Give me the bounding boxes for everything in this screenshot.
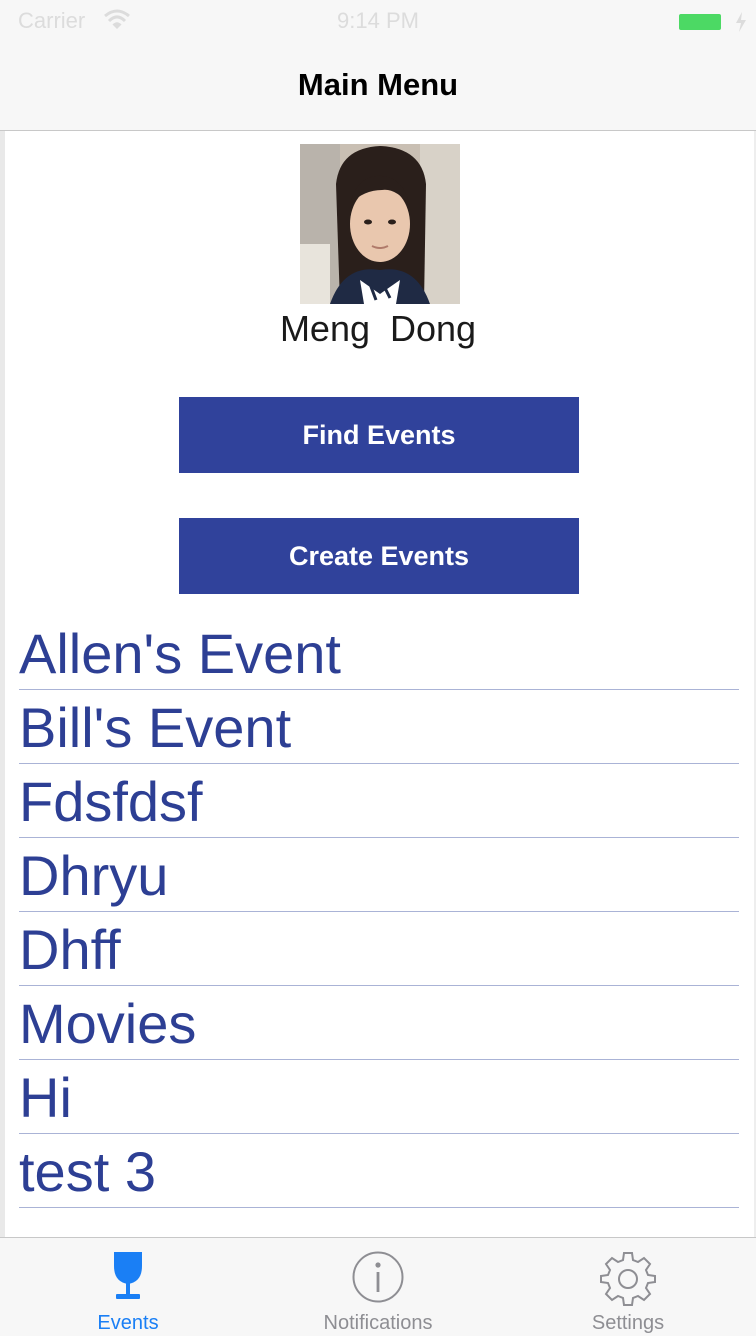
gear-icon bbox=[600, 1252, 656, 1306]
info-circle-icon bbox=[352, 1251, 404, 1303]
tab-notifications[interactable]: Notifications bbox=[252, 1238, 504, 1336]
event-row[interactable]: Hi bbox=[19, 1060, 739, 1134]
avatar bbox=[300, 144, 460, 304]
app-screen: Carrier 9:14 PM Main Menu Meng Dong Find… bbox=[0, 0, 756, 1336]
status-bar: Carrier 9:14 PM bbox=[0, 0, 756, 40]
battery-icon bbox=[679, 14, 721, 30]
event-label: Dhff bbox=[19, 918, 121, 981]
tab-label: Notifications bbox=[323, 1312, 433, 1334]
event-row[interactable]: Allen's Event bbox=[19, 616, 739, 690]
event-row[interactable]: test 3 bbox=[19, 1134, 739, 1208]
find-events-button[interactable]: Find Events bbox=[179, 397, 579, 473]
event-row[interactable]: Movies bbox=[19, 986, 739, 1060]
left-edge bbox=[0, 0, 5, 1336]
tab-label: Settings bbox=[591, 1312, 665, 1334]
tab-events[interactable]: Events bbox=[2, 1238, 254, 1336]
avatar-photo bbox=[300, 144, 460, 304]
tab-bar: Events Notifications Settings bbox=[0, 1237, 756, 1336]
create-events-button[interactable]: Create Events bbox=[179, 518, 579, 594]
event-label: Dhryu bbox=[19, 844, 169, 907]
event-label: Bill's Event bbox=[19, 696, 292, 759]
event-label: Hi bbox=[19, 1066, 72, 1129]
page-title: Main Menu bbox=[297, 67, 459, 102]
event-row[interactable]: Bill's Event bbox=[19, 690, 739, 764]
event-row[interactable]: Dhryu bbox=[19, 838, 739, 912]
charging-bolt-icon bbox=[736, 12, 746, 32]
navigation-bar: Main Menu bbox=[0, 40, 756, 131]
event-label: Allen's Event bbox=[19, 622, 341, 685]
tab-settings[interactable]: Settings bbox=[502, 1238, 754, 1336]
event-label: Fdsfdsf bbox=[19, 770, 203, 833]
event-row[interactable]: Fdsfdsf bbox=[19, 764, 739, 838]
tab-label: Events bbox=[97, 1312, 159, 1334]
user-name: Meng Dong bbox=[279, 308, 477, 349]
event-list: Allen's Event Bill's Event Fdsfdsf Dhryu… bbox=[19, 616, 739, 1208]
status-time: 9:14 PM bbox=[337, 8, 419, 33]
event-label: test 3 bbox=[19, 1140, 156, 1203]
event-row[interactable]: Dhff bbox=[19, 912, 739, 986]
wine-glass-icon bbox=[114, 1252, 142, 1299]
event-label: Movies bbox=[19, 992, 197, 1055]
